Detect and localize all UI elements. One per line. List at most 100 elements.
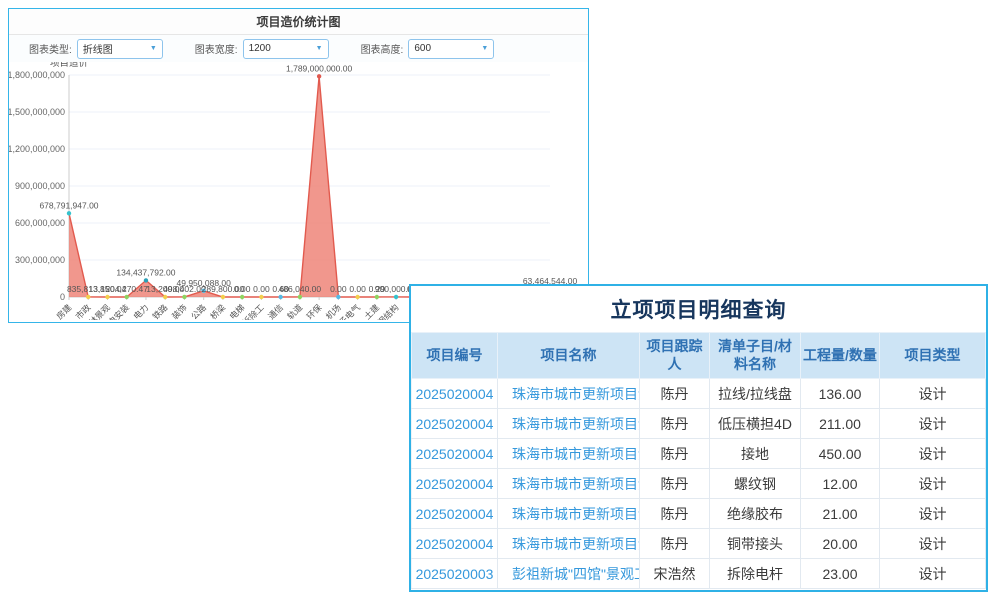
project-detail-table: 项目编号项目名称项目跟踪人清单子目/材料名称工程量/数量项目类型 2025020… bbox=[411, 332, 986, 589]
cell-project-name[interactable]: 珠海市城市更新项目紫桐 bbox=[498, 499, 640, 529]
project-detail-query-panel: 立项项目明细查询 项目编号项目名称项目跟踪人清单子目/材料名称工程量/数量项目类… bbox=[409, 284, 988, 592]
y-tick-label: 900,000,000 bbox=[15, 181, 65, 191]
chart-height-label: 图表高度: bbox=[361, 41, 404, 56]
data-point-label: 0.00 bbox=[330, 284, 347, 294]
data-point[interactable] bbox=[394, 295, 398, 299]
cell-project-id[interactable]: 2025020004 bbox=[412, 469, 498, 499]
table-row: 2025020004珠海市城市更新项目紫桐陈丹螺纹钢12.00设计 bbox=[412, 469, 986, 499]
data-point[interactable] bbox=[125, 295, 129, 299]
y-tick-label: 1,200,000,000 bbox=[9, 144, 65, 154]
data-point[interactable] bbox=[355, 295, 359, 299]
chevron-down-icon: ▼ bbox=[150, 45, 157, 52]
table-row: 2025020004珠海市城市更新项目紫桐陈丹接地450.00设计 bbox=[412, 439, 986, 469]
data-point[interactable] bbox=[317, 74, 321, 78]
data-point[interactable] bbox=[278, 295, 282, 299]
column-header-project-name: 项目名称 bbox=[498, 333, 640, 379]
cell-tracker: 陈丹 bbox=[640, 499, 710, 529]
cell-quantity: 450.00 bbox=[801, 439, 880, 469]
cell-project-id[interactable]: 2025020004 bbox=[412, 409, 498, 439]
table-row: 2025020004珠海市城市更新项目紫桐陈丹低压横担4D211.00设计 bbox=[412, 409, 986, 439]
cell-project-name[interactable]: 彭祖新城"四馆"景观工程 bbox=[498, 559, 640, 589]
cell-project-id[interactable]: 2025020004 bbox=[412, 499, 498, 529]
table-row: 2025020004珠海市城市更新项目紫桐陈丹拉线/拉线盘136.00设计 bbox=[412, 379, 986, 409]
x-category-label: 公路 bbox=[189, 302, 208, 320]
chart-height-select[interactable]: 600 ▼ bbox=[408, 39, 494, 59]
cell-project-id[interactable]: 2025020004 bbox=[412, 439, 498, 469]
cell-material-name: 螺纹钢 bbox=[710, 469, 801, 499]
data-point-label: 0.00 bbox=[349, 284, 366, 294]
cell-quantity: 20.00 bbox=[801, 529, 880, 559]
data-point[interactable] bbox=[375, 295, 379, 299]
data-point[interactable] bbox=[298, 295, 302, 299]
data-point-label: 0.00 bbox=[253, 284, 270, 294]
data-point[interactable] bbox=[86, 295, 90, 299]
cell-quantity: 12.00 bbox=[801, 469, 880, 499]
data-point[interactable] bbox=[221, 295, 225, 299]
x-category-label: 电力 bbox=[131, 302, 150, 320]
column-header-project-id: 项目编号 bbox=[412, 333, 498, 379]
chart-width-value: 1200 bbox=[249, 43, 271, 54]
chart-width-select[interactable]: 1200 ▼ bbox=[243, 39, 329, 59]
chart-type-select[interactable]: 折线图 ▼ bbox=[77, 39, 163, 59]
x-category-label: 桥梁 bbox=[208, 302, 227, 320]
data-point-label: 134,437,792.00 bbox=[116, 267, 175, 277]
table-header-row: 项目编号项目名称项目跟踪人清单子目/材料名称工程量/数量项目类型 bbox=[412, 333, 986, 379]
cell-project-type: 设计 bbox=[880, 499, 986, 529]
chart-width-label: 图表宽度: bbox=[195, 41, 238, 56]
cell-project-name[interactable]: 珠海市城市更新项目紫桐 bbox=[498, 379, 640, 409]
data-point-label: 0.00 bbox=[234, 284, 251, 294]
y-tick-label: 600,000,000 bbox=[15, 218, 65, 228]
cell-project-id[interactable]: 2025020003 bbox=[412, 559, 498, 589]
cell-tracker: 陈丹 bbox=[640, 469, 710, 499]
y-tick-label: 300,000,000 bbox=[15, 255, 65, 265]
query-panel-title: 立项项目明细查询 bbox=[411, 286, 986, 332]
data-point-label: 1,789,000,000.00 bbox=[286, 63, 352, 73]
chart-height-group: 图表高度: 600 ▼ bbox=[361, 39, 495, 59]
x-category-label: 通信 bbox=[266, 302, 285, 320]
cell-project-name[interactable]: 珠海市城市更新项目紫桐 bbox=[498, 409, 640, 439]
column-header-project-type: 项目类型 bbox=[880, 333, 986, 379]
cell-quantity: 23.00 bbox=[801, 559, 880, 589]
chart-height-value: 600 bbox=[414, 43, 431, 54]
data-point[interactable] bbox=[105, 295, 109, 299]
cell-project-id[interactable]: 2025020004 bbox=[412, 529, 498, 559]
cell-material-name: 绝缘胶布 bbox=[710, 499, 801, 529]
cell-tracker: 陈丹 bbox=[640, 409, 710, 439]
cell-quantity: 21.00 bbox=[801, 499, 880, 529]
chart-type-group: 图表类型: 折线图 ▼ bbox=[29, 39, 163, 59]
chart-width-group: 图表宽度: 1200 ▼ bbox=[195, 39, 329, 59]
cell-project-name[interactable]: 珠海市城市更新项目紫桐 bbox=[498, 439, 640, 469]
data-point[interactable] bbox=[182, 295, 186, 299]
chevron-down-icon: ▼ bbox=[316, 45, 323, 52]
chart-type-value: 折线图 bbox=[83, 41, 113, 56]
cell-tracker: 陈丹 bbox=[640, 529, 710, 559]
cell-tracker: 宋浩然 bbox=[640, 559, 710, 589]
data-point[interactable] bbox=[240, 295, 244, 299]
data-point[interactable] bbox=[163, 295, 167, 299]
cell-quantity: 136.00 bbox=[801, 379, 880, 409]
data-point[interactable] bbox=[336, 295, 340, 299]
data-point[interactable] bbox=[259, 295, 263, 299]
x-category-label: 装饰 bbox=[170, 302, 189, 320]
cell-project-type: 设计 bbox=[880, 469, 986, 499]
y-tick-label: 1,500,000,000 bbox=[9, 107, 65, 117]
cell-project-type: 设计 bbox=[880, 529, 986, 559]
table-row: 2025020004珠海市城市更新项目紫桐陈丹铜带接头20.00设计 bbox=[412, 529, 986, 559]
data-point[interactable] bbox=[67, 211, 71, 215]
cost-statistics-panel: 0300,000,000600,000,000900,000,0001,200,… bbox=[8, 8, 589, 323]
column-header-tracker: 项目跟踪人 bbox=[640, 333, 710, 379]
cell-project-id[interactable]: 2025020004 bbox=[412, 379, 498, 409]
data-point[interactable] bbox=[144, 278, 148, 282]
cell-material-name: 接地 bbox=[710, 439, 801, 469]
cell-material-name: 拆除电杆 bbox=[710, 559, 801, 589]
cell-project-type: 设计 bbox=[880, 379, 986, 409]
cell-material-name: 铜带接头 bbox=[710, 529, 801, 559]
data-point-label: 204,270.47 bbox=[105, 284, 148, 294]
x-category-label: 环保 bbox=[304, 302, 323, 320]
cell-project-name[interactable]: 珠海市城市更新项目紫桐 bbox=[498, 469, 640, 499]
data-point-label: 678,791,947.00 bbox=[39, 200, 98, 210]
x-category-label: 铁路 bbox=[151, 302, 170, 320]
cell-quantity: 211.00 bbox=[801, 409, 880, 439]
column-header-quantity: 工程量/数量 bbox=[801, 333, 880, 379]
cell-project-name[interactable]: 珠海市城市更新项目紫桐 bbox=[498, 529, 640, 559]
